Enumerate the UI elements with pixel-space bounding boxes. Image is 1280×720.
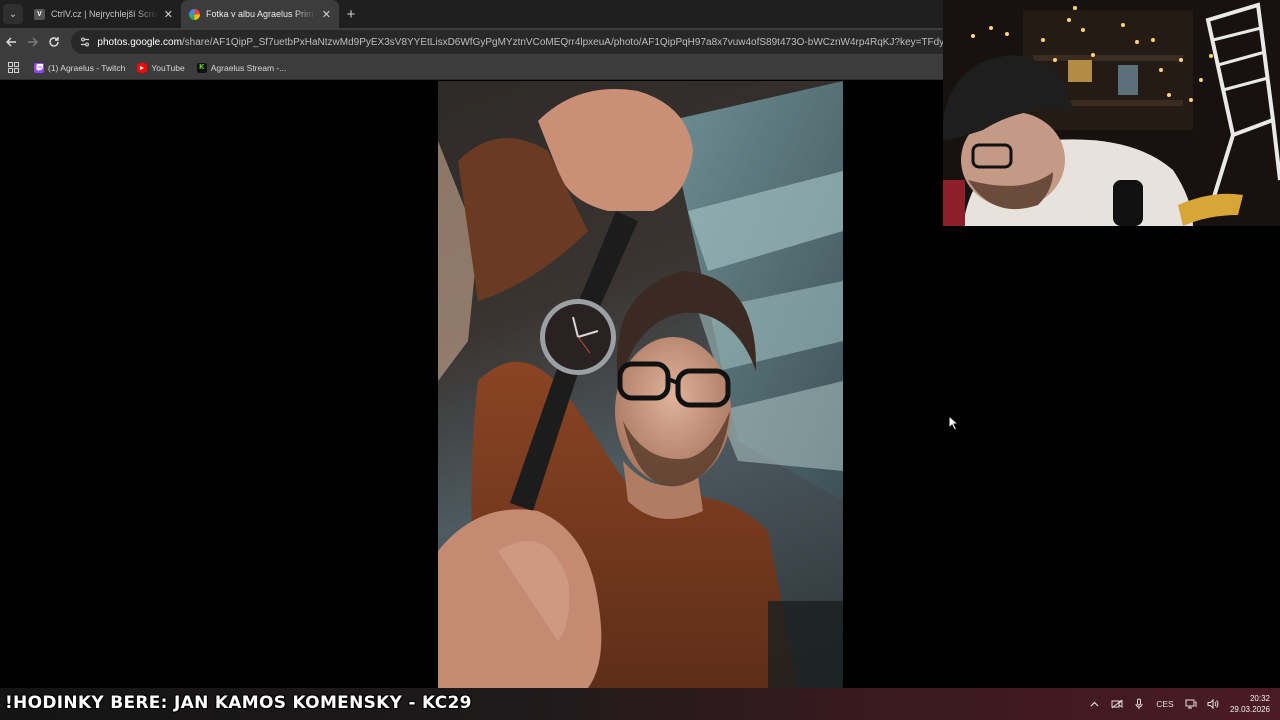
microphone-icon[interactable] [1128, 688, 1150, 720]
clock[interactable]: 20:32 29.03.2026 [1230, 693, 1270, 715]
bookmark-kick[interactable]: K Agraelus Stream -... [196, 62, 287, 73]
screen: ⌄ V CtrlV.cz | Nejrychlejší ScreenSh ✕ F… [0, 0, 1280, 720]
browser-toolbar: photos.google.com/share/AF1QipP_Sf7uetbP… [0, 28, 944, 56]
google-photos-favicon-icon [189, 8, 200, 20]
bookmark-label: (1) Agraelus - Twitch [48, 62, 126, 73]
taskbar: !HODINKY BERE: JAN KAMOS KOMENSKY - KC29… [0, 688, 1280, 720]
chevron-up-icon[interactable] [1084, 688, 1106, 720]
clock-date: 29.03.2026 [1229, 705, 1270, 714]
photo-illustration [438, 81, 843, 688]
ctrlv-favicon-icon: V [34, 8, 45, 20]
tab-google-photos[interactable]: Fotka v albu Agraelus Prim - Fo ✕ [181, 0, 339, 28]
mouse-cursor-icon [948, 415, 960, 431]
reload-icon [49, 37, 60, 47]
tab-search-button[interactable]: ⌄ [0, 0, 26, 28]
youtube-icon [137, 62, 148, 73]
tab-ctrlv[interactable]: V CtrlV.cz | Nejrychlejší ScreenSh ✕ [26, 0, 181, 28]
arrow-right-icon [27, 37, 38, 47]
webcam-overlay [943, 0, 1280, 226]
system-tray: CES 20:32 29.03.2026 [1084, 688, 1270, 720]
webcam-feed [943, 0, 1280, 226]
address-bar[interactable]: photos.google.com/share/AF1QipP_Sf7uetbP… [71, 30, 944, 54]
tab-strip: ⌄ V CtrlV.cz | Nejrychlejší ScreenSh ✕ F… [0, 0, 944, 28]
shared-photo[interactable] [438, 81, 843, 688]
chevron-down-icon: ⌄ [3, 4, 23, 24]
site-info-icon[interactable] [79, 35, 91, 49]
bookmark-twitch[interactable]: (1) Agraelus - Twitch [34, 62, 126, 73]
volume-icon[interactable] [1202, 688, 1224, 720]
close-icon[interactable]: ✕ [322, 8, 331, 21]
tab-title: Fotka v albu Agraelus Prim - Fo [206, 9, 316, 19]
camera-off-icon[interactable] [1106, 688, 1128, 720]
bookmarks-bar: (1) Agraelus - Twitch YouTube K Agraelus… [0, 56, 944, 80]
forward-button[interactable] [22, 30, 44, 54]
url-text: photos.google.com/share/AF1QipP_Sf7uetbP… [97, 37, 944, 48]
apps-grid-icon[interactable] [6, 61, 20, 75]
bookmark-label: Agraelus Stream -... [210, 62, 287, 73]
reload-button[interactable] [44, 30, 66, 54]
close-icon[interactable]: ✕ [164, 8, 173, 21]
clock-time: 20:32 [1249, 694, 1270, 703]
ticker-text: !HODINKY BERE: JAN KAMOS KOMENSKY - KC29 [5, 693, 472, 713]
kick-icon: K [196, 62, 207, 73]
tab-title: CtrlV.cz | Nejrychlejší ScreenSh [51, 9, 158, 19]
network-icon[interactable] [1180, 688, 1202, 720]
new-tab-button[interactable]: + [339, 0, 363, 28]
bookmark-label: YouTube [151, 62, 185, 73]
url-path: /share/AF1QipP_Sf7uetbPxHaNtzwMd9PyEX3sV… [181, 36, 944, 48]
arrow-left-icon [5, 37, 16, 47]
bookmark-youtube[interactable]: YouTube [137, 62, 185, 73]
url-domain: photos.google.com [97, 36, 182, 48]
twitch-icon [34, 62, 44, 73]
back-button[interactable] [0, 30, 22, 54]
language-indicator[interactable]: CES [1150, 688, 1180, 720]
